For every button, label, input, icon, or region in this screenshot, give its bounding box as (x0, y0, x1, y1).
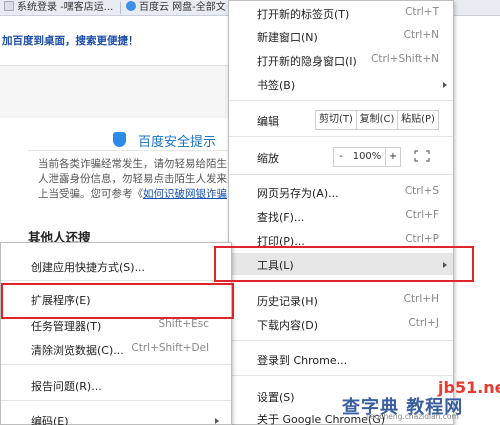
zoom-level: 100% (348, 147, 386, 167)
menu-separator (229, 136, 453, 137)
tab-system-login[interactable]: 系统登录 -嘿客店运... (4, 0, 116, 16)
menu-separator (1, 280, 231, 281)
menu-item-label: 编码(E) (31, 415, 69, 425)
watermark-url: jiaocheng.chazidian.com (366, 412, 459, 421)
cut-button[interactable]: 剪切(T) (315, 110, 357, 130)
security-title: 百度安全提示 (138, 135, 217, 150)
menu-item-label: 打开新的标签页(T) (257, 8, 350, 21)
shortcut-label: Ctrl+N (403, 29, 439, 41)
chevron-right-icon (215, 418, 219, 424)
menu-item-encoding[interactable]: 编码(E) (1, 409, 231, 425)
security-text-line: 上当受骗。您可参考《如何识破网银诈骗 (38, 186, 227, 201)
menu-item-downloads[interactable]: 下载内容(D) Ctrl+J (229, 313, 453, 335)
cloud-icon (126, 1, 136, 11)
page-icon (4, 1, 14, 11)
tools-submenu: 创建应用快捷方式(S)... 扩展程序(E) 任务管理器(T) Shift+Es… (0, 242, 232, 425)
menu-item-zoom: 缩放 - 100% + (229, 146, 453, 168)
security-text-line: 人泄露身份信息，勿轻易点击陌生人发来 (38, 173, 227, 185)
shortcut-label: Ctrl+Shift+N (371, 53, 439, 65)
fullscreen-icon (414, 150, 430, 162)
tab-label: 百度云 网盘-全部文 (139, 2, 226, 13)
fullscreen-button[interactable] (409, 147, 435, 167)
menu-separator (229, 100, 453, 101)
shortcut-label: Ctrl+S (404, 185, 439, 197)
menu-separator (1, 400, 231, 401)
menu-item-label: 下载内容(D) (257, 319, 319, 332)
menu-item-label: 网页另存为(A)... (257, 187, 339, 200)
zoom-out-button[interactable]: - (333, 147, 349, 167)
tools-highlight-box (214, 246, 474, 282)
menu-item-new-window[interactable]: 新建窗口(N) Ctrl+N (229, 25, 453, 47)
shortcut-label: Ctrl+T (405, 6, 439, 18)
tab-divider (120, 2, 121, 14)
menu-separator (229, 174, 453, 175)
divider (28, 150, 228, 151)
menu-item-label: 打开新的隐身窗口(I) (257, 55, 357, 68)
menu-item-bookmarks[interactable]: 书签(B) (229, 73, 453, 95)
zoom-in-button[interactable]: + (385, 147, 401, 167)
shortcut-label: Ctrl+H (403, 293, 439, 305)
menu-item-clear-browsing-data[interactable]: 清除浏览数据(C)... Ctrl+Shift+Del (1, 338, 231, 360)
menu-item-report-issue[interactable]: 报告问题(R)... (1, 374, 231, 396)
shortcut-label: Ctrl+J (408, 317, 439, 329)
page-band (0, 66, 230, 118)
menu-item-history[interactable]: 历史记录(H) Ctrl+H (229, 289, 453, 311)
menu-item-find[interactable]: 查找(F)... Ctrl+F (229, 205, 453, 227)
tab-label: 系统登录 -嘿客店运... (17, 2, 114, 13)
menu-item-sign-in[interactable]: 登录到 Chrome... (229, 348, 453, 370)
promo-text[interactable]: 加百度到桌面，搜索更便捷！ (2, 33, 139, 48)
tab-baidu-pan[interactable]: 百度云 网盘-全部文 (126, 0, 230, 16)
extensions-highlight-box (1, 283, 234, 319)
menu-item-create-shortcut[interactable]: 创建应用快捷方式(S)... (1, 255, 231, 277)
paste-button[interactable]: 粘贴(P) (397, 110, 439, 130)
menu-separator (1, 364, 231, 365)
shortcut-label: Ctrl+F (405, 209, 439, 221)
menu-separator (229, 340, 453, 341)
menu-separator (229, 375, 453, 376)
chrome-main-menu: 打开新的标签页(T) Ctrl+T 新建窗口(N) Ctrl+N 打开新的隐身窗… (228, 0, 454, 425)
shortcut-label: Shift+Esc (158, 318, 209, 330)
menu-item-label: 报告问题(R)... (31, 380, 102, 393)
chevron-right-icon (443, 82, 447, 88)
shield-icon (113, 132, 126, 147)
shortcut-label: Ctrl+Shift+Del (131, 342, 209, 354)
menu-item-save-page[interactable]: 网页另存为(A)... Ctrl+S (229, 181, 453, 203)
menu-item-incognito-window[interactable]: 打开新的隐身窗口(I) Ctrl+Shift+N (229, 49, 453, 71)
menu-item-label: 编辑 (257, 115, 279, 128)
menu-item-new-tab[interactable]: 打开新的标签页(T) Ctrl+T (229, 2, 453, 24)
shortcut-label: Ctrl+P (405, 233, 439, 245)
menu-item-edit: 编辑 剪切(T) 复制(C) 粘贴(P) (229, 109, 453, 131)
menu-item-label: 历史记录(H) (257, 295, 318, 308)
menu-item-label: 登录到 Chrome... (257, 354, 348, 367)
menu-item-label: 任务管理器(T) (31, 320, 102, 333)
menu-item-label: 查找(F)... (257, 211, 305, 224)
security-text-line: 当前各类诈骗经常发生，请勿轻易给陌生 (38, 158, 227, 170)
menu-item-label: 创建应用快捷方式(S)... (31, 261, 146, 274)
menu-item-label: 清除浏览数据(C)... (31, 344, 124, 357)
security-link[interactable]: 如何识破网银诈骗 (143, 188, 227, 200)
menu-item-label: 书签(B) (257, 79, 296, 92)
menu-item-label: 缩放 (257, 152, 279, 165)
security-text: 上当受骗。您可参考《 (38, 188, 143, 200)
copy-button[interactable]: 复制(C) (356, 110, 398, 130)
menu-item-label: 设置(S) (257, 391, 295, 404)
menu-item-label: 新建窗口(N) (257, 31, 318, 44)
